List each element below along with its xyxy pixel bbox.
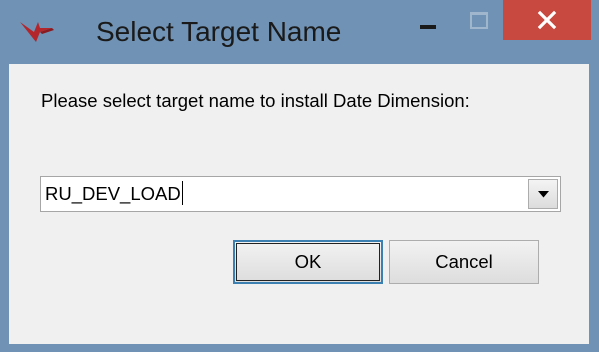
dropdown-button[interactable] — [528, 179, 558, 209]
title-bar[interactable]: Select Target Name — [0, 0, 599, 64]
chevron-down-icon — [538, 191, 549, 198]
app-logo-icon — [18, 18, 56, 44]
target-name-combobox[interactable]: RU_DEV_LOAD — [40, 176, 561, 212]
close-button[interactable] — [503, 0, 591, 40]
text-caret — [181, 181, 183, 206]
close-icon — [537, 10, 557, 30]
maximize-button[interactable] — [456, 4, 500, 44]
dialog-window: Select Target Name Please select target … — [0, 0, 599, 352]
minimize-button[interactable] — [406, 4, 450, 44]
window-title: Select Target Name — [96, 16, 342, 47]
ok-button[interactable]: OK — [233, 240, 383, 284]
dialog-body: Please select target name to install Dat… — [9, 64, 589, 344]
prompt-label: Please select target name to install Dat… — [41, 90, 470, 111]
cancel-button[interactable]: Cancel — [389, 240, 539, 284]
target-name-value[interactable]: RU_DEV_LOAD — [45, 177, 183, 211]
